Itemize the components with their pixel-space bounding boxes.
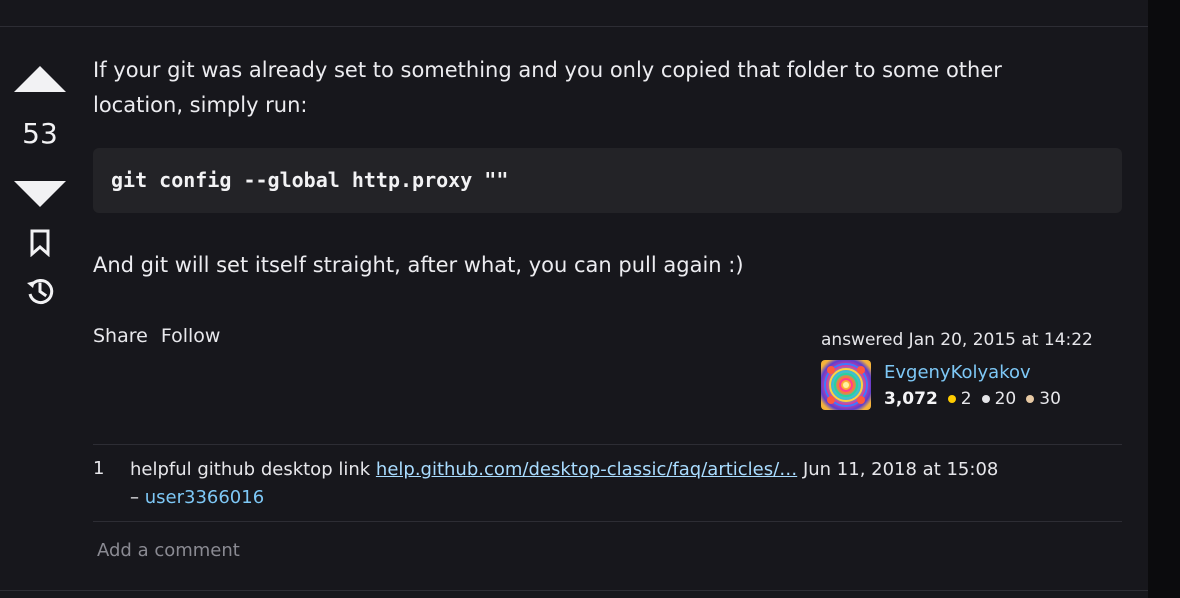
add-comment-link[interactable]: Add a comment xyxy=(97,538,240,564)
comment-date[interactable]: Jun 11, 2018 at 15:08 xyxy=(803,459,998,480)
silver-badge-count: 20 xyxy=(994,389,1017,409)
upvote-button[interactable] xyxy=(14,66,66,92)
gold-badge-count: 2 xyxy=(960,389,972,409)
comment-body: helpful github desktop link help.github.… xyxy=(130,456,1120,512)
follow-link[interactable]: Follow xyxy=(161,323,221,349)
answer-paragraph: And git will set itself straight, after … xyxy=(93,253,744,277)
comment-link[interactable]: help.github.com/desktop-classic/faq/arti… xyxy=(376,459,797,480)
answer-page: 53 If your git was already set to someth… xyxy=(0,0,1180,598)
history-icon[interactable] xyxy=(24,275,56,307)
bottom-divider xyxy=(0,590,1148,591)
comment-user-link[interactable]: user3366016 xyxy=(145,487,264,508)
silver-badge: 20 xyxy=(981,387,1017,411)
user-avatar[interactable] xyxy=(821,360,871,410)
user-stats: 3,072 2 20 30 xyxy=(884,387,1071,411)
bronze-badge-icon xyxy=(1026,395,1035,403)
vote-count: 53 xyxy=(22,117,58,150)
user-name-link[interactable]: EvgenyKolyakov xyxy=(884,360,1031,386)
comments-divider xyxy=(93,521,1122,522)
answer-paragraph: If your git was already set to something… xyxy=(93,58,1002,117)
gold-badge-icon xyxy=(947,395,956,403)
reputation-score: 3,072 xyxy=(884,389,938,409)
comment-dash: – xyxy=(130,487,145,508)
answered-timestamp[interactable]: answered Jan 20, 2015 at 14:22 xyxy=(821,328,1093,352)
share-link[interactable]: Share xyxy=(93,323,148,349)
top-divider xyxy=(0,26,1148,27)
silver-badge-icon xyxy=(981,395,990,403)
code-block: git config --global http.proxy "" xyxy=(93,148,1122,213)
comment-score: 1 xyxy=(93,458,105,479)
bookmark-icon[interactable] xyxy=(28,229,52,257)
downvote-button[interactable] xyxy=(14,181,66,207)
gold-badge: 2 xyxy=(947,387,972,411)
bronze-badge: 30 xyxy=(1026,387,1061,411)
comments-divider xyxy=(93,444,1122,445)
comment-text: helpful github desktop link xyxy=(130,459,376,480)
post-menu: Share Follow xyxy=(93,323,220,349)
bronze-badge-count: 30 xyxy=(1039,389,1061,409)
page-right-edge xyxy=(1148,0,1180,598)
code-text: git config --global http.proxy "" xyxy=(111,168,509,192)
